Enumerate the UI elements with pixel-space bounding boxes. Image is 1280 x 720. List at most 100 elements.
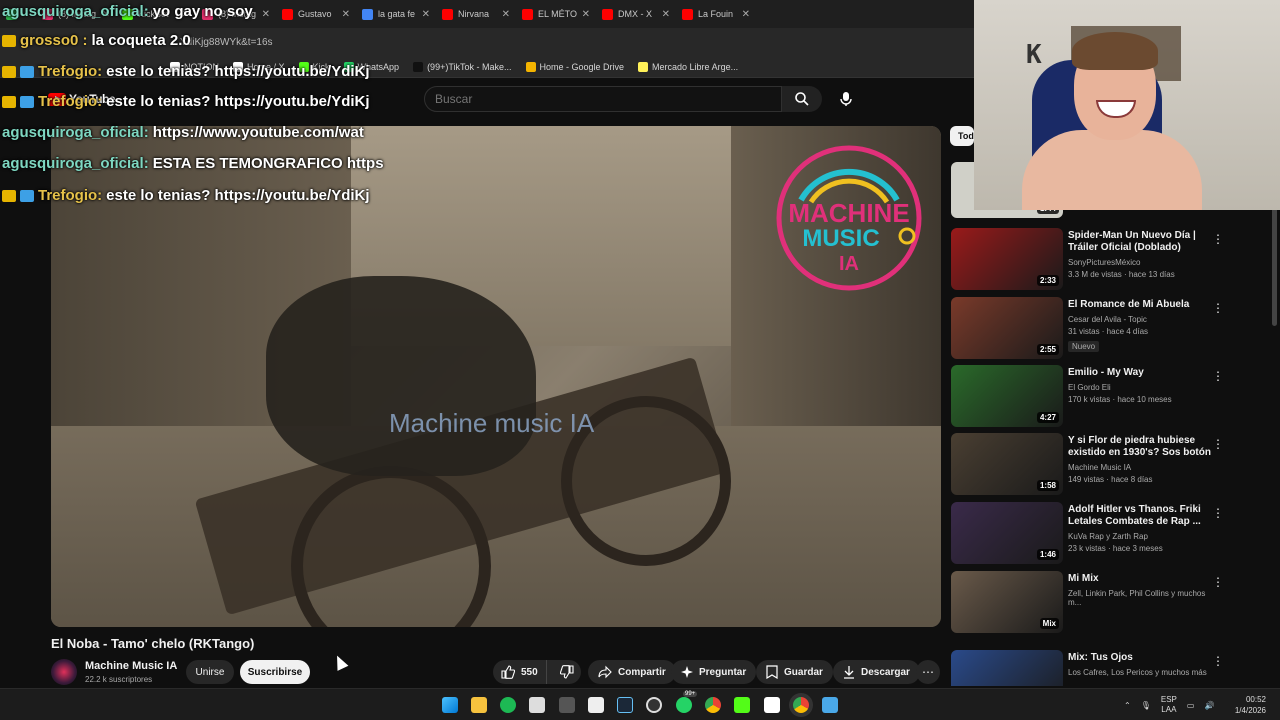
- network-icon[interactable]: ▭: [1187, 701, 1195, 710]
- tab-close-icon[interactable]: ✕: [182, 9, 190, 20]
- address-bar[interactable]: YdiKjg88WYk&t=16s: [0, 28, 974, 56]
- download-button[interactable]: Descargar: [833, 660, 920, 684]
- tab-close-icon[interactable]: ✕: [262, 9, 270, 20]
- recommendation-item[interactable]: 2:55 El Romance de Mi Abuela Cesar del Avi…: [950, 297, 1270, 361]
- browser-tab[interactable]: (8) Instag ✕: [196, 0, 276, 28]
- notepad-icon[interactable]: [822, 697, 838, 713]
- browser-tab[interactable]: EL MÉTO ✕: [516, 0, 596, 28]
- tab-close-icon[interactable]: ✕: [422, 9, 430, 20]
- browser-tab[interactable]: DMX - X ✕: [596, 0, 676, 28]
- join-button[interactable]: Unirse: [186, 660, 234, 684]
- obs-icon[interactable]: [646, 697, 662, 713]
- volume-icon[interactable]: 🔊: [1204, 701, 1214, 710]
- search-button[interactable]: [782, 86, 822, 112]
- steam-icon[interactable]: [617, 697, 633, 713]
- bookmark-item[interactable]: Home / X: [233, 61, 285, 72]
- tab-favicon-icon: [442, 8, 453, 20]
- spotify-icon[interactable]: [500, 697, 516, 713]
- tab-close-icon[interactable]: ✕: [102, 9, 110, 20]
- mouse-cursor-icon: [331, 653, 349, 671]
- browser-tab[interactable]: la gata fe ✕: [356, 0, 436, 28]
- browser-tab[interactable]: KickBot ✕: [116, 0, 196, 28]
- browser-tab[interactable]: La Fouin ✕: [676, 0, 756, 28]
- chrome-icon[interactable]: [705, 697, 721, 713]
- tab-title: Gustavo: [298, 9, 332, 19]
- kebab-menu-icon[interactable]: ⋮: [1212, 301, 1224, 315]
- youtube-logo[interactable]: YouTube: [48, 92, 116, 106]
- video-player[interactable]: Machine music IA MACHINE MUSIC IA: [51, 126, 941, 627]
- voice-search-button[interactable]: [832, 86, 860, 112]
- kebab-menu-icon[interactable]: ⋮: [1212, 654, 1224, 668]
- bookmark-item[interactable]: WhatsApp: [343, 61, 399, 72]
- ask-button[interactable]: Preguntar: [671, 660, 757, 684]
- recommendations-sidebar: Tod 1:442:33Spider-Man Un Nuevo Día | Tr…: [950, 126, 1270, 686]
- machine-music-logo: MACHINE MUSIC IA: [776, 145, 922, 291]
- kebab-menu-icon[interactable]: ⋮: [1212, 575, 1224, 589]
- recommendation-item[interactable]: 1:58 Y si Flor de piedra hubiese existido…: [950, 433, 1270, 497]
- tab-close-icon[interactable]: ✕: [582, 9, 590, 20]
- calculator-icon[interactable]: [559, 697, 575, 713]
- kebab-menu-icon[interactable]: ⋮: [1212, 232, 1224, 246]
- filter-chip-all[interactable]: Tod: [950, 126, 974, 146]
- recommendation-item[interactable]: Mix: Tus Ojos Los Cafres, Los Pericos y m…: [950, 650, 1270, 686]
- system-tray: ⌃ 🎙 ESP LAA ▭ 🔊: [1124, 695, 1214, 715]
- share-button[interactable]: Compartir: [588, 660, 676, 684]
- bookmark-item[interactable]: Mercado Libre Arge...: [638, 61, 738, 72]
- tab-close-icon[interactable]: ✕: [662, 9, 670, 20]
- channel-avatar[interactable]: [51, 659, 77, 685]
- kick-icon[interactable]: [734, 697, 750, 713]
- tab-favicon-icon: [6, 8, 17, 20]
- kebab-menu-icon[interactable]: ⋮: [1212, 506, 1224, 520]
- tab-favicon-icon: [282, 8, 293, 20]
- bookmark-item[interactable]: (99+)TikTok - Make...: [413, 61, 512, 72]
- browser-tab[interactable]: Gustavo ✕: [276, 0, 356, 28]
- recommendation-channel: Machine Music IA: [1068, 463, 1132, 472]
- channel-name[interactable]: Machine Music IA: [85, 660, 177, 672]
- tab-close-icon[interactable]: ✕: [502, 9, 510, 20]
- kebab-menu-icon[interactable]: ⋮: [1212, 437, 1224, 451]
- bookmark-item[interactable]: Home - Google Drive: [525, 61, 624, 72]
- video-duration: 2:33: [1036, 275, 1059, 286]
- more-actions-button[interactable]: ⋯: [916, 660, 940, 684]
- store-icon[interactable]: [529, 697, 545, 713]
- tab-title: Nirvana: [458, 9, 490, 19]
- whatsapp-icon[interactable]: [676, 697, 692, 713]
- notion-icon[interactable]: [764, 697, 780, 713]
- bookmark-item[interactable]: NOTION: [170, 61, 219, 72]
- dislike-button[interactable]: [553, 660, 581, 684]
- chrome-active-icon[interactable]: [793, 697, 809, 713]
- like-button[interactable]: 550: [493, 660, 547, 684]
- browser-tab[interactable]: Nirvana ✕: [436, 0, 516, 28]
- windows-start-icon[interactable]: [442, 697, 458, 713]
- tab-first[interactable]: [0, 0, 36, 28]
- capcut-icon[interactable]: [588, 697, 604, 713]
- clock[interactable]: 00:52 1/4/2026: [1228, 694, 1266, 716]
- tab-title: la gata fe: [378, 9, 416, 19]
- tab-close-icon[interactable]: ✕: [742, 9, 750, 20]
- file-explorer-icon[interactable]: [471, 697, 487, 713]
- recommendation-item[interactable]: 2:33 Spider-Man Un Nuevo Día | Tráiler Of…: [950, 228, 1270, 292]
- tab-favicon-icon: [202, 8, 213, 20]
- microphone-tray-icon[interactable]: 🎙: [1141, 701, 1151, 710]
- search-icon: [795, 92, 809, 106]
- subscribe-button[interactable]: Suscribirse: [240, 660, 310, 684]
- recommendation-item[interactable]: 4:27 Emilio - My Way El Gordo Eli 170 k vis…: [950, 365, 1270, 429]
- video-thumbnail: 4:27: [951, 365, 1063, 427]
- search-box[interactable]: [424, 86, 782, 112]
- recommendation-item[interactable]: Mix Mi Mix Zell, Linkin Park, Phil Collins…: [950, 571, 1270, 635]
- subscriber-count: 22.2 k suscriptores: [85, 675, 153, 684]
- kebab-menu-icon[interactable]: ⋮: [1212, 369, 1224, 383]
- bookmark-label: NOTION: [184, 61, 219, 72]
- recommendation-title: Mix: Tus Ojos: [1068, 652, 1133, 663]
- chevron-up-icon[interactable]: ⌃: [1124, 701, 1131, 710]
- keyboard-layout: LAA: [1161, 705, 1177, 714]
- recommendation-title: Mi Mix: [1068, 573, 1099, 584]
- language-indicator[interactable]: ESP LAA: [1161, 695, 1177, 715]
- browser-tab[interactable]: (8) Instag ✕: [36, 0, 116, 28]
- bookmark-item[interactable]: Kick: [298, 61, 330, 72]
- search-input[interactable]: [425, 87, 781, 111]
- video-duration: 1:46: [1036, 549, 1059, 560]
- recommendation-item[interactable]: 1:46 Adolf Hitler vs Thanos. Friki Letale…: [950, 502, 1270, 566]
- tab-close-icon[interactable]: ✕: [342, 9, 350, 20]
- save-button[interactable]: Guardar: [756, 660, 833, 684]
